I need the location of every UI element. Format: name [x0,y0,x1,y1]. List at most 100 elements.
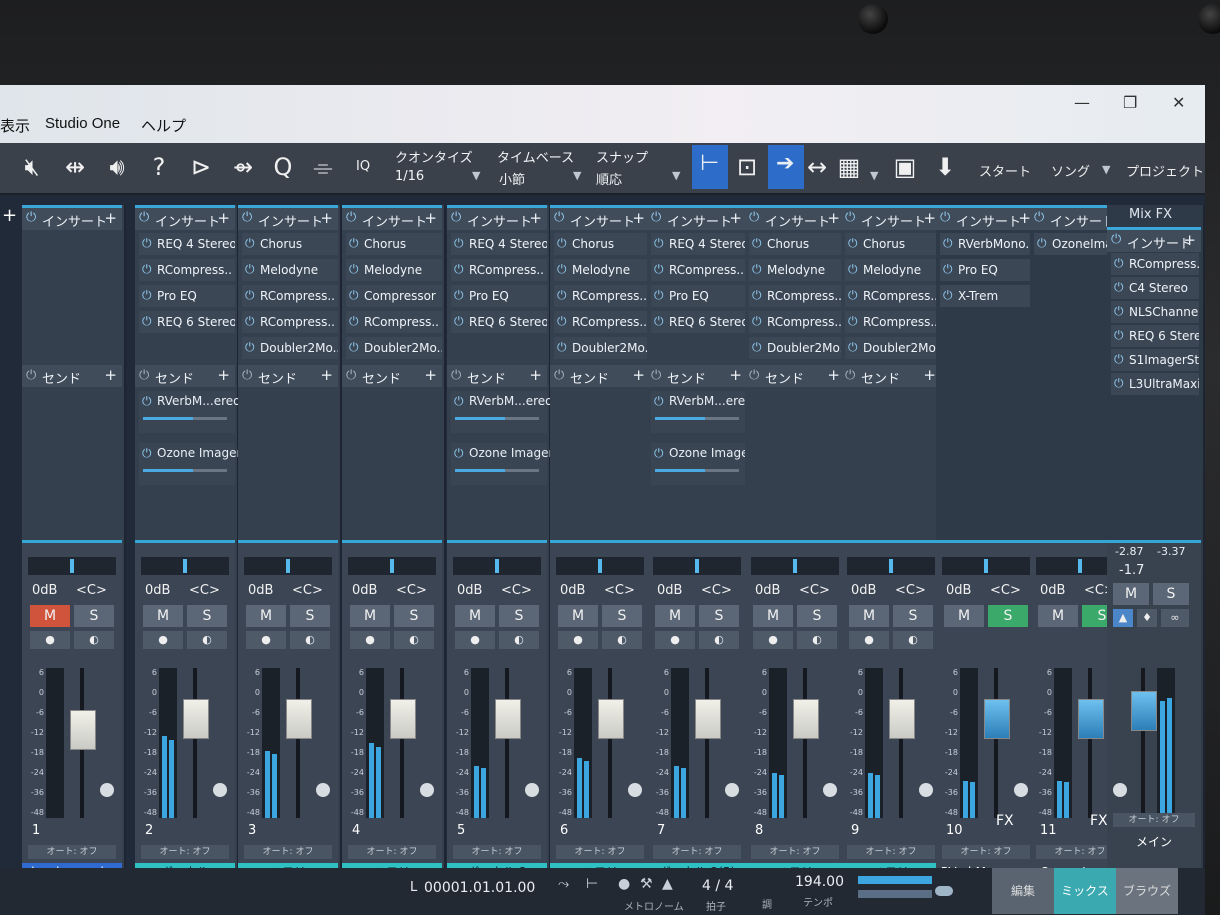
main-channel-name[interactable]: メイン [1107,833,1201,851]
pan-slider[interactable] [653,557,741,575]
add-send-icon[interactable]: + [923,366,936,384]
insert-slot[interactable]: ⏻ Pro EQ [139,285,235,307]
chevron-down-icon[interactable]: ▼ [472,169,480,182]
monitor-icon[interactable]: ◐ [290,631,330,649]
add-channel-icon[interactable]: + [2,205,17,226]
volume-readout[interactable]: 0dB [145,583,170,598]
power-icon[interactable]: ⏻ [557,314,567,329]
automation-mode[interactable]: オート: オフ [653,845,741,859]
grid-view-icon[interactable]: ▦ [832,151,866,183]
insert-slot[interactable]: ⏻ REQ 4 Stereo [651,233,747,255]
fader-handle[interactable] [695,698,721,739]
listen-tool-icon[interactable]: 🔊︎ [100,151,134,183]
power-icon[interactable]: ⏻ [1114,376,1124,391]
send-level-bar[interactable] [455,469,505,472]
power-icon[interactable]: ⏻ [557,288,567,303]
send-slot[interactable]: ⏻ RVerbM...ereo [139,391,240,433]
power-icon[interactable]: ⏻ [346,210,356,225]
solo-button[interactable]: S [699,605,739,627]
insert-slot[interactable]: ⏻ Doubler2Mo.. [554,337,650,359]
main-insert-slot[interactable]: ⏻ NLSChanne.. [1111,301,1199,323]
power-icon[interactable]: ⏻ [454,446,464,461]
send-level-bar[interactable] [143,417,193,420]
send-header[interactable]: ⏻ センド + [342,365,442,387]
record-arm-icon[interactable]: ● [350,631,390,649]
send-slot[interactable]: ⏻ Ozone Imager [139,443,241,485]
help-icon[interactable]: ? [142,151,176,183]
add-send-icon[interactable]: + [827,366,840,384]
tab-browse[interactable]: ブラウズ [1116,868,1178,914]
power-icon[interactable]: ⏻ [554,368,564,383]
insert-slot[interactable]: ⏻ REQ 4 Stereo [139,233,235,255]
insert-slot[interactable]: ⏻ Pro EQ [651,285,747,307]
download-icon[interactable]: ⬇ [928,151,962,183]
power-icon[interactable]: ⏻ [1034,210,1044,225]
insert-slot[interactable]: ⏻ Chorus [749,233,845,255]
fader-handle[interactable] [1078,698,1104,739]
pan-readout[interactable]: <C> [76,583,107,598]
insert-header[interactable]: ⏻ インサート+ [841,205,941,230]
record-arm-icon[interactable]: ● [655,631,695,649]
pan-readout[interactable]: <C> [396,583,427,598]
power-icon[interactable]: ⏻ [242,368,252,383]
send-level-bar[interactable] [143,469,193,472]
paint-tool-icon[interactable]: ⌯ [306,151,340,183]
send-slot[interactable]: ⏻ RVerbM...ereo [451,391,552,433]
insert-slot[interactable]: ⏻ Doubler2Mo.. [845,337,941,359]
insert-slot[interactable]: ⏻ REQ 6 Stereo [451,311,547,333]
insert-slot[interactable]: ⏻ RVerbMono.. [940,233,1036,255]
fader-handle[interactable] [889,698,915,739]
insert-slot[interactable]: ⏻ Pro EQ [451,285,547,307]
record-arm-icon[interactable]: ● [246,631,286,649]
close-icon[interactable]: ✕ [1172,93,1185,112]
pan-slider[interactable] [348,557,436,575]
record-arm-icon[interactable]: ● [558,631,598,649]
send-header[interactable]: ⏻ センド + [447,365,547,387]
add-insert-icon[interactable]: + [1183,231,1196,249]
solo-button[interactable]: S [988,605,1028,627]
insert-header[interactable]: ⏻ インサート+ [22,205,122,230]
power-icon[interactable]: ⏻ [943,236,953,251]
solo-button[interactable]: S [893,605,933,627]
monitor-icon[interactable]: ◐ [699,631,739,649]
wrench-icon[interactable]: ⚒ [640,876,653,892]
send-header[interactable]: ⏻ センド + [550,365,650,387]
split-marker-icon[interactable]: ↔ [800,151,834,183]
pan-knob[interactable] [725,783,739,797]
record-arm-icon[interactable]: ● [455,631,495,649]
insert-header[interactable]: ⏻ インサート+ [745,205,845,230]
send-header[interactable]: ⏻ センド + [238,365,338,387]
pan-knob[interactable] [823,783,837,797]
pan-slider[interactable] [453,557,541,575]
pan-slider[interactable] [556,557,644,575]
add-send-icon[interactable]: + [424,366,437,384]
power-icon[interactable]: ⏻ [943,288,953,303]
pan-readout[interactable]: <C> [701,583,732,598]
power-icon[interactable]: ⏻ [848,236,858,251]
mute-button[interactable]: M [944,605,984,627]
add-insert-icon[interactable]: + [923,209,936,227]
power-icon[interactable]: ⏻ [557,262,567,277]
pan-slider[interactable] [28,557,116,575]
power-icon[interactable]: ⏻ [245,236,255,251]
power-icon[interactable]: ⏻ [245,314,255,329]
pan-readout[interactable]: <C> [990,583,1021,598]
power-icon[interactable]: ⏻ [654,394,664,409]
power-icon[interactable]: ⏻ [242,210,252,225]
insert-slot[interactable]: ⏻ RCompress.. [242,311,338,333]
chevron-down-icon[interactable]: ▼ [672,169,680,182]
power-icon[interactable]: ⏻ [139,368,149,383]
send-slot[interactable]: ⏻ Ozone Imager [651,443,753,485]
menu-studio-one[interactable]: Studio One [45,115,120,132]
insert-slot[interactable]: ⏻ Doubler2Mo.. [242,337,338,359]
snap-mode-icon[interactable]: ⊡ [730,151,764,183]
record-arm-icon[interactable]: ● [143,631,183,649]
insert-slot[interactable]: ⏻ REQ 6 Stereo [651,311,747,333]
main-mute-button[interactable]: M [1113,583,1149,605]
power-icon[interactable]: ⏻ [943,262,953,277]
volume-readout[interactable]: 0dB [32,583,57,598]
mute-button[interactable]: M [143,605,183,627]
insert-header[interactable]: ⏻ インサート+ [447,205,547,230]
mute-button[interactable]: M [350,605,390,627]
add-send-icon[interactable]: + [104,366,117,384]
